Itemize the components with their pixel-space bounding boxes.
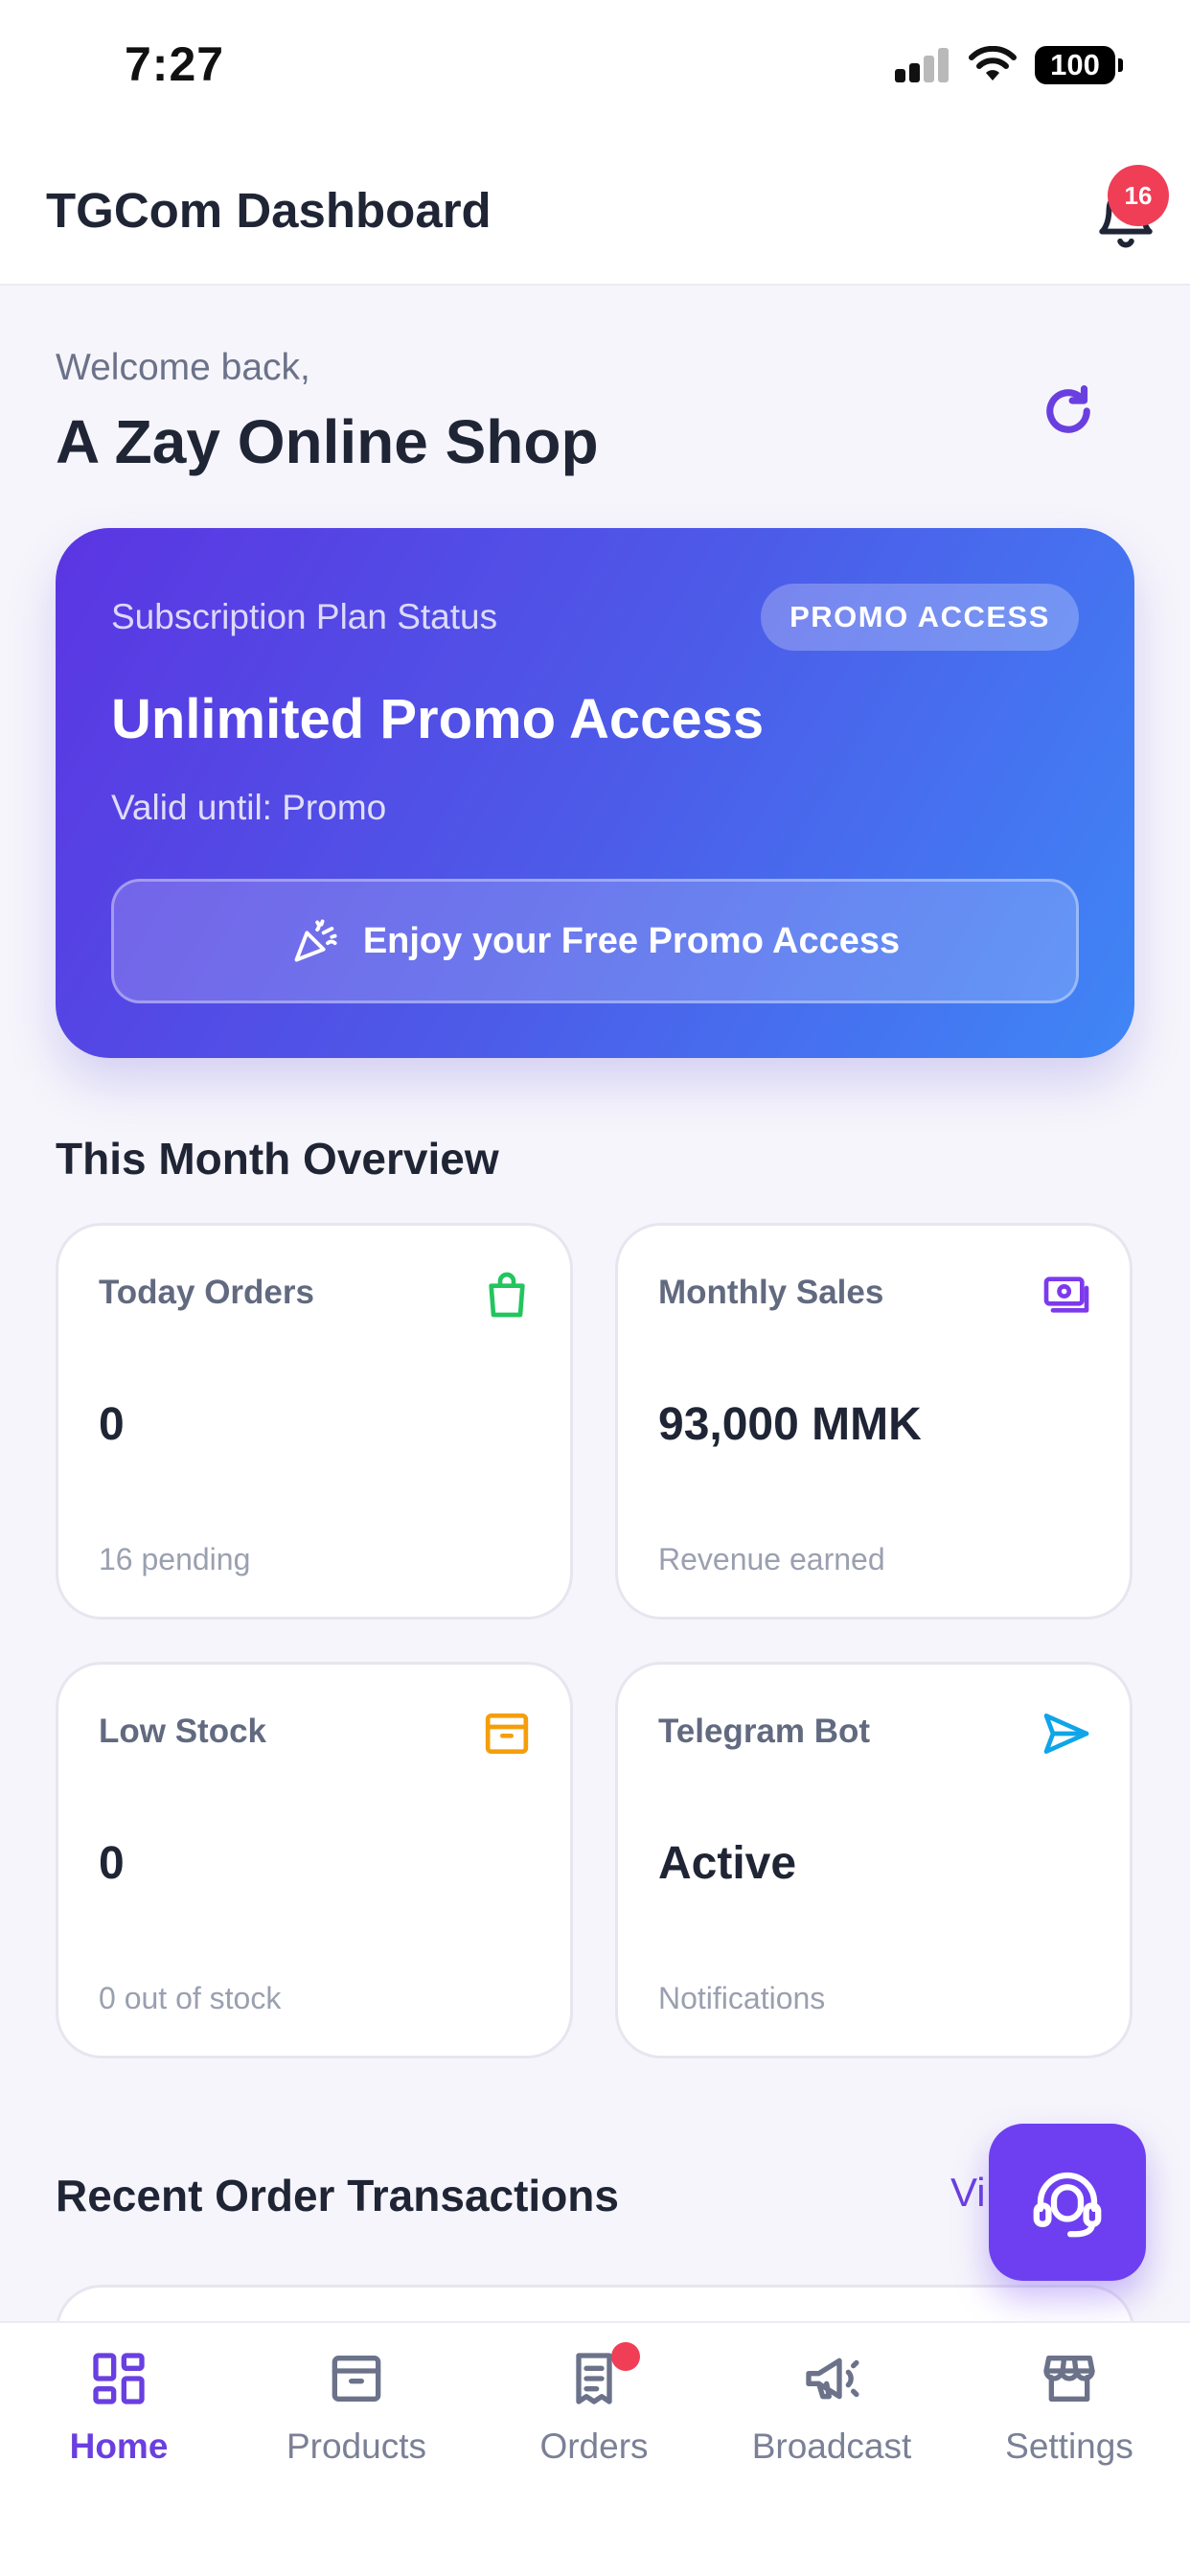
stat-card-today-orders[interactable]: Today Orders 0 16 pending (56, 1223, 573, 1620)
archive-box-icon (332, 2356, 381, 2402)
bottom-nav: Home Products Orders Broadcast Settings (0, 2321, 1190, 2576)
stat-card-monthly-sales[interactable]: Monthly Sales 93,000 MMK Revenue earned (615, 1223, 1133, 1620)
stat-subtext: 0 out of stock (99, 1981, 282, 2015)
stat-subtext: Revenue earned (658, 1542, 885, 1576)
wifi-icon (969, 46, 1017, 80)
shopping-bag-icon (489, 1272, 525, 1318)
send-icon (1043, 1714, 1089, 1754)
nav-label: Home (69, 2426, 169, 2466)
battery-level: 100 (1050, 48, 1100, 81)
battery-icon: 100 (1035, 46, 1123, 84)
status-time: 7:27 (125, 37, 225, 91)
subscription-label: Subscription Plan Status (111, 597, 498, 636)
recent-orders-title: Recent Order Transactions (56, 2171, 619, 2220)
archive-box-icon (485, 1714, 529, 1754)
stat-subtext: 16 pending (99, 1542, 251, 1576)
page-title: TGCom Dashboard (46, 183, 492, 238)
nav-label: Broadcast (751, 2426, 912, 2466)
nav-item-settings[interactable]: Settings (950, 2348, 1188, 2501)
shop-name: A Zay Online Shop (56, 407, 599, 476)
cellular-signal-icon (895, 48, 950, 82)
orders-notification-dot (611, 2342, 640, 2371)
stat-value: 93,000 MMK (658, 1399, 922, 1450)
plan-valid-until: Valid until: Promo (111, 788, 387, 827)
welcome-label: Welcome back, (56, 347, 310, 388)
nav-label: Orders (539, 2426, 649, 2466)
stat-value: Active (658, 1838, 797, 1889)
stat-subtext: Notifications (658, 1981, 826, 2015)
plan-badge: PROMO ACCESS (761, 584, 1079, 651)
overview-title: This Month Overview (56, 1134, 499, 1184)
nav-label: Settings (1005, 2426, 1133, 2466)
nav-item-broadcast[interactable]: Broadcast (713, 2348, 950, 2501)
promo-access-label: Enjoy your Free Promo Access (362, 920, 901, 961)
stat-label: Low Stock (99, 1713, 267, 1750)
nav-item-home[interactable]: Home (0, 2348, 238, 2501)
nav-item-products[interactable]: Products (238, 2348, 475, 2501)
status-indicators: 100 (895, 44, 1123, 86)
view-all-link[interactable]: Vi (950, 2170, 986, 2216)
party-popper-icon (294, 919, 337, 962)
status-bar: 7:27 100 (0, 0, 1190, 134)
stat-label: Monthly Sales (658, 1274, 884, 1311)
dashboard-screen: 7:27 100 TGCom Dashboard 16 Welcome back… (0, 0, 1190, 2576)
store-icon (1043, 2356, 1095, 2402)
stat-value: 0 (99, 1399, 125, 1450)
stat-card-low-stock[interactable]: Low Stock 0 0 out of stock (56, 1662, 573, 2058)
notification-badge[interactable]: 16 (1108, 165, 1169, 226)
nav-label: Products (286, 2426, 426, 2466)
stat-label: Today Orders (99, 1274, 314, 1311)
plan-name: Unlimited Promo Access (111, 688, 765, 750)
stat-label: Telegram Bot (658, 1713, 871, 1750)
app-header: TGCom Dashboard (0, 134, 1190, 286)
support-chat-button[interactable] (989, 2124, 1146, 2281)
cash-icon (1043, 1276, 1089, 1313)
nav-item-orders[interactable]: Orders (475, 2342, 713, 2501)
megaphone-icon (806, 2358, 859, 2400)
refresh-icon[interactable] (1037, 380, 1100, 443)
headset-support-icon (1033, 2172, 1102, 2238)
stat-card-telegram-bot[interactable]: Telegram Bot Active Notifications (615, 1662, 1133, 2058)
grid-icon (93, 2353, 145, 2404)
subscription-card: Subscription Plan Status PROMO ACCESS Un… (56, 528, 1134, 1058)
stat-value: 0 (99, 1838, 125, 1889)
promo-access-button[interactable]: Enjoy your Free Promo Access (111, 879, 1079, 1003)
